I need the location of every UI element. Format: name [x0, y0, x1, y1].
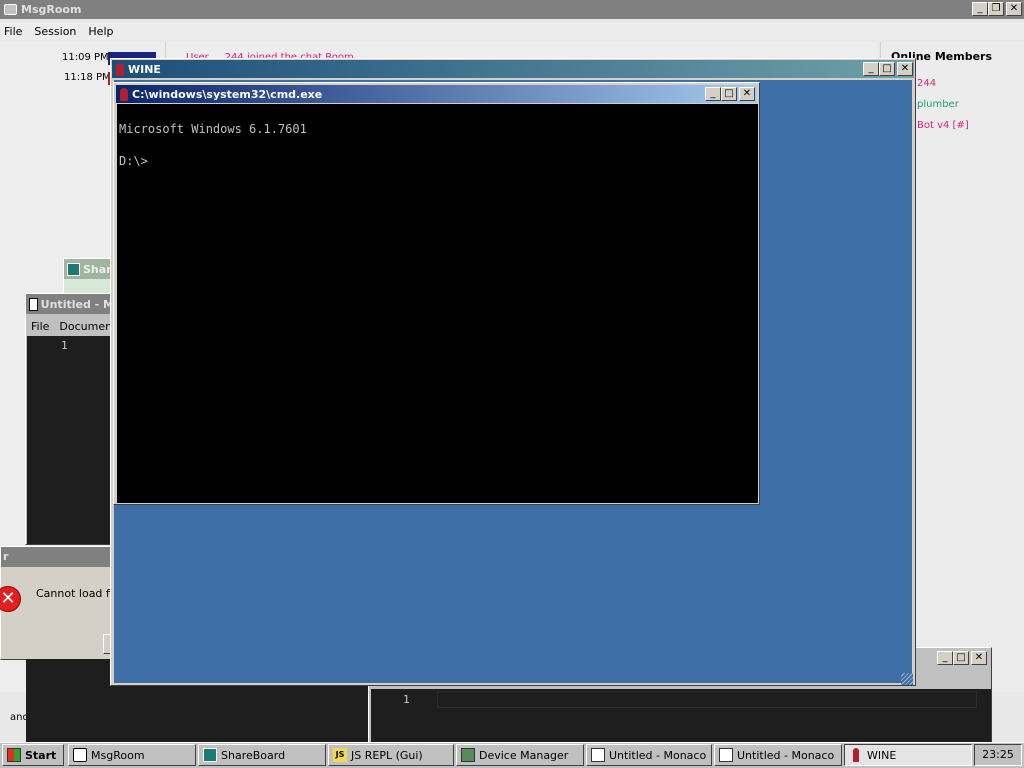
wine-icon [853, 748, 859, 762]
message-time: 11:09 PM [62, 52, 109, 63]
console-line: Microsoft Windows 6.1.7601 [119, 122, 307, 136]
error-dialog-titlebar[interactable]: r [1, 547, 114, 567]
windows-logo-icon [7, 748, 21, 762]
cmd-maximize-button[interactable]: □ [721, 87, 737, 101]
taskbar-item-label: ShareBoard [221, 748, 286, 762]
taskbar-item-label: MsgRoom [91, 748, 145, 762]
wine-close-button[interactable]: ✕ [897, 62, 913, 76]
clock[interactable]: 23:25 [982, 748, 1014, 761]
menu-file[interactable]: File [31, 320, 49, 333]
editor-area[interactable]: 1 [27, 336, 113, 544]
console-line: D:\> [119, 154, 148, 168]
device-manager-icon [461, 748, 475, 762]
msgroom-title: MsgRoom [21, 3, 82, 16]
taskbar-item-label: JS REPL (Gui) [351, 748, 423, 762]
menu-file[interactable]: File [4, 25, 22, 38]
shareboard-title: Shar [83, 262, 112, 276]
msgroom-titlebar[interactable]: MsgRoom [0, 0, 1024, 19]
cmd-titlebar[interactable]: C:\windows\system32\cmd.exe [116, 85, 757, 103]
taskbar-item-label: Device Manager [479, 748, 569, 762]
untitled-editor-title: Untitled - M [40, 297, 114, 311]
untitled-editor-window: Untitled - M File Document 1 [25, 293, 116, 545]
message-time: 11:18 PM [64, 72, 111, 83]
member-item[interactable]: Bot v4 [#] [917, 120, 969, 131]
member-item[interactable]: 244 [917, 78, 936, 89]
menu-help[interactable]: Help [88, 25, 113, 38]
member-item[interactable]: plumber [917, 99, 959, 110]
notepad-icon [719, 748, 733, 762]
notepad-icon [29, 297, 38, 311]
line-number: 1 [61, 339, 68, 352]
js-icon: JS [333, 748, 347, 762]
line-number: 1 [403, 693, 410, 706]
taskbar-item-shareboard[interactable]: ShareBoard [198, 744, 326, 766]
error-icon: ✕ [0, 586, 21, 612]
taskbar-item-monaco-2[interactable]: Untitled - Monaco [714, 744, 842, 766]
wine-titlebar[interactable]: WINE [112, 60, 914, 78]
start-button[interactable]: Start [2, 744, 64, 766]
menu-document[interactable]: Document [59, 320, 116, 333]
cmd-minimize-button[interactable]: _ [705, 87, 721, 101]
wine-maximize-button[interactable]: □ [879, 62, 895, 76]
msgroom-menubar: File Session Help [0, 22, 1024, 40]
error-dialog: r ✕ Cannot load file [0, 546, 123, 660]
error-dialog-title: r [3, 550, 9, 563]
bottom-editor-maximize-button[interactable]: □ [953, 651, 969, 665]
menu-session[interactable]: Session [34, 25, 76, 38]
taskbar-item-label: Untitled - Monaco [609, 748, 707, 762]
console-output[interactable]: Microsoft Windows 6.1.7601 D:\> [117, 104, 758, 503]
msgroom-close-button[interactable]: ✕ [1006, 2, 1022, 16]
wine-title: WINE [128, 62, 161, 76]
taskbar-item-js-repl[interactable]: JS JS REPL (Gui) [328, 744, 454, 766]
wine-minimize-button[interactable]: _ [863, 62, 879, 76]
cmd-window: C:\windows\system32\cmd.exe _ □ ✕ Micros… [113, 82, 760, 505]
msgroom-minimize-button[interactable]: _ [972, 2, 988, 16]
wine-icon [116, 62, 124, 76]
cmd-close-button[interactable]: ✕ [739, 87, 755, 101]
untitled-editor-titlebar[interactable]: Untitled - M [26, 294, 114, 314]
system-tray: 23:25 [974, 744, 1022, 766]
taskbar-item-monaco-1[interactable]: Untitled - Monaco [586, 744, 712, 766]
editor-area[interactable]: 1 [371, 689, 991, 743]
taskbar-item-msgroom[interactable]: MsgRoom [68, 744, 196, 766]
bottom-editor-minimize-button[interactable]: _ [937, 651, 953, 665]
taskbar-item-device-manager[interactable]: Device Manager [456, 744, 584, 766]
start-label: Start [25, 748, 57, 762]
resize-grip[interactable] [901, 673, 913, 685]
wine-icon [120, 87, 128, 101]
current-line-highlight [437, 691, 977, 708]
shareboard-icon [203, 748, 217, 762]
cmd-title: C:\windows\system32\cmd.exe [132, 87, 323, 101]
notepad-icon [591, 748, 605, 762]
shareboard-icon [67, 262, 80, 276]
taskbar-item-label: Untitled - Monaco [737, 748, 835, 762]
msgroom-restore-button[interactable]: ❐ [988, 2, 1004, 16]
taskbar-item-label: WINE [867, 748, 897, 762]
bottom-left-panel: and [0, 697, 29, 743]
bottom-editor-close-button[interactable]: ✕ [971, 651, 987, 665]
untitled-editor-menubar: File Document [26, 318, 116, 334]
chat-icon [4, 4, 17, 15]
chat-icon [73, 748, 87, 762]
taskbar-item-wine[interactable]: WINE [844, 744, 972, 766]
